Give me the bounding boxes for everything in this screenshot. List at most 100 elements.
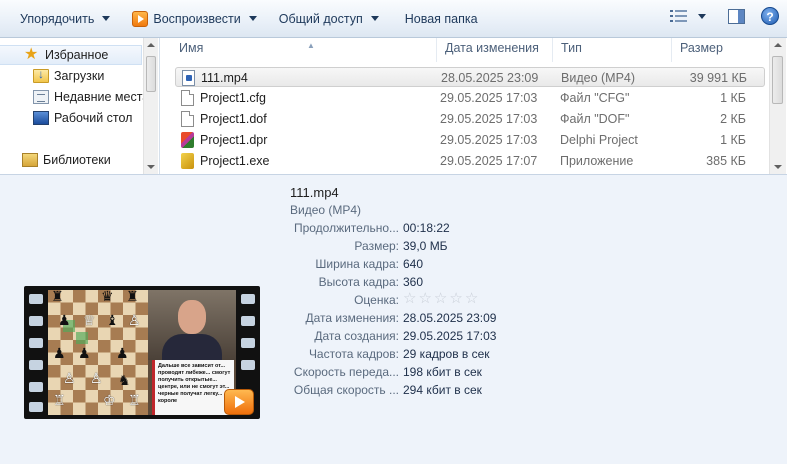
scrollbar-thumb[interactable] [146, 56, 156, 92]
scroll-down-icon[interactable] [147, 165, 155, 169]
exe-file-icon [181, 153, 194, 169]
share-label: Общий доступ [278, 11, 363, 26]
document-file-icon [181, 111, 194, 127]
video-frame: ♜ ♛ ♜ ♟ ♝ ♕ ♙ ♟ ♟ ♟ ♙ ♙ ♞ ♖ ♔ ♖ Дальше в… [48, 290, 236, 415]
file-size: 2 КБ [720, 112, 746, 126]
column-header-modified[interactable]: Дата изменения [437, 38, 553, 62]
libraries-icon [22, 153, 38, 167]
play-icon [132, 10, 149, 27]
film-sprockets-left [26, 294, 46, 412]
sort-ascending-icon: ▲ [307, 41, 315, 50]
nav-item-downloads[interactable]: Загрузки [0, 66, 104, 86]
nav-scrollbar[interactable] [143, 38, 158, 174]
property-value[interactable]: 294 кбит в сек [403, 383, 482, 397]
column-header-label: Дата изменения [445, 41, 539, 55]
property-value[interactable]: 28.05.2025 23:09 [403, 311, 496, 325]
star-outline-icon[interactable]: ☆ [403, 290, 416, 307]
column-header-size[interactable]: Размер [672, 38, 769, 62]
star-outline-icon[interactable]: ☆ [434, 290, 447, 307]
property-value[interactable]: 39,0 МБ [403, 239, 448, 253]
table-row[interactable]: Project1.dpr 29.05.2025 17:03 Delphi Pro… [175, 130, 765, 150]
nav-item-desktop[interactable]: Рабочий стол [0, 108, 132, 128]
scroll-up-icon[interactable] [147, 43, 155, 47]
change-view-icon[interactable] [670, 9, 688, 23]
recent-places-icon [33, 90, 49, 104]
property-value[interactable]: 29.05.2025 17:03 [403, 329, 496, 343]
nav-item-libraries[interactable]: Библиотеки [0, 150, 111, 170]
file-modified: 29.05.2025 17:07 [440, 154, 538, 168]
property-label: Высота кадра: [318, 275, 399, 289]
star-icon: ★ [24, 46, 39, 63]
details-pane: ♜ ♛ ♜ ♟ ♝ ♕ ♙ ♟ ♟ ♟ ♙ ♙ ♞ ♖ ♔ ♖ Дальше в… [0, 174, 787, 464]
chessboard-image: ♜ ♛ ♜ ♟ ♝ ♕ ♙ ♟ ♟ ♟ ♙ ♙ ♞ ♖ ♔ ♖ [48, 290, 148, 415]
chevron-down-icon [248, 16, 257, 21]
table-row[interactable]: Project1.dof 29.05.2025 17:03 Файл "DOF"… [175, 109, 765, 129]
organize-label: Упорядочить [20, 11, 95, 26]
video-thumbnail: ♜ ♛ ♜ ♟ ♝ ♕ ♙ ♟ ♟ ♟ ♙ ♙ ♞ ♖ ♔ ♖ Дальше в… [24, 286, 260, 419]
file-list: Имя ▲ Дата изменения Тип Размер 111.mp4 … [161, 38, 787, 174]
file-name: 111.mp4 [201, 71, 248, 85]
property-value[interactable]: 198 кбит в сек [403, 365, 482, 379]
scroll-up-icon[interactable] [774, 43, 782, 47]
preview-pane-icon[interactable] [728, 8, 745, 24]
view-options-chevron-icon[interactable] [698, 13, 706, 19]
file-size: 1 КБ [720, 133, 746, 147]
table-row[interactable]: Project1.cfg 29.05.2025 17:03 Файл "CFG"… [175, 88, 765, 108]
star-outline-icon[interactable]: ☆ [465, 290, 478, 307]
nav-item-label: Избранное [45, 48, 109, 62]
column-header-type[interactable]: Тип [553, 38, 672, 62]
mp4-file-icon [182, 70, 195, 86]
scrollbar-thumb[interactable] [772, 56, 783, 104]
star-outline-icon[interactable]: ☆ [418, 290, 431, 307]
chevron-down-icon [370, 16, 379, 21]
column-header-label: Имя [179, 41, 204, 55]
file-type: Файл "CFG" [560, 91, 630, 105]
file-name: Project1.dof [200, 112, 267, 126]
property-label: Размер: [354, 239, 399, 253]
file-name: Project1.cfg [200, 91, 267, 105]
file-size: 39 991 КБ [689, 71, 747, 85]
property-duration: Продолжительно... 00:18:22 [264, 221, 684, 238]
property-label: Дата создания: [314, 329, 399, 343]
file-size: 1 КБ [720, 91, 746, 105]
property-value[interactable]: 640 [403, 257, 423, 271]
property-date-modified: Дата изменения: 28.05.2025 23:09 [264, 311, 684, 328]
chevron-down-icon [102, 16, 111, 21]
file-name: Project1.exe [200, 154, 270, 168]
nav-item-label: Рабочий стол [54, 111, 133, 125]
property-value[interactable]: 29 кадров в сек [403, 347, 490, 361]
property-size: Размер: 39,0 МБ [264, 239, 684, 256]
property-frame-width: Ширина кадра: 640 [264, 257, 684, 274]
property-total-bitrate: Общая скорость ... 294 кбит в сек [264, 383, 684, 400]
nav-item-favorites[interactable]: ★ Избранное [0, 45, 142, 65]
share-button[interactable]: Общий доступ [271, 7, 387, 31]
help-icon[interactable]: ? [761, 7, 779, 25]
file-list-scrollbar[interactable] [769, 38, 786, 174]
new-folder-label: Новая папка [404, 11, 478, 26]
media-player-icon [224, 389, 254, 415]
file-name: Project1.dpr [200, 133, 268, 147]
nav-item-label: Библиотеки [43, 153, 111, 167]
presenter-image [148, 290, 236, 364]
table-row[interactable]: 111.mp4 28.05.2025 23:09 Видео (MP4) 39 … [175, 67, 765, 87]
property-label: Общая скорость ... [293, 383, 399, 397]
column-header-name[interactable]: Имя ▲ [171, 38, 437, 62]
details-file-name: 111.mp4 [290, 185, 339, 200]
play-button[interactable]: Воспроизвести [124, 7, 264, 31]
property-date-created: Дата создания: 29.05.2025 17:03 [264, 329, 684, 346]
table-row[interactable]: Project1.exe 29.05.2025 17:07 Приложение… [175, 151, 765, 171]
property-label: Ширина кадра: [315, 257, 399, 271]
star-outline-icon[interactable]: ☆ [449, 290, 462, 307]
file-modified: 28.05.2025 23:09 [441, 71, 539, 85]
scroll-down-icon[interactable] [774, 165, 782, 169]
property-label: Продолжительно... [293, 221, 399, 235]
nav-item-recent-places[interactable]: Недавние места [0, 87, 149, 107]
property-rating: Оценка: ☆ ☆ ☆ ☆ ☆ [264, 290, 684, 310]
rating-stars[interactable]: ☆ ☆ ☆ ☆ ☆ [403, 290, 478, 307]
property-value[interactable]: 00:18:22 [403, 221, 450, 235]
organize-button[interactable]: Упорядочить [12, 7, 118, 31]
file-modified: 29.05.2025 17:03 [440, 112, 538, 126]
property-value[interactable]: 360 [403, 275, 423, 289]
column-header-label: Тип [561, 41, 582, 55]
new-folder-button[interactable]: Новая папка [397, 7, 486, 31]
